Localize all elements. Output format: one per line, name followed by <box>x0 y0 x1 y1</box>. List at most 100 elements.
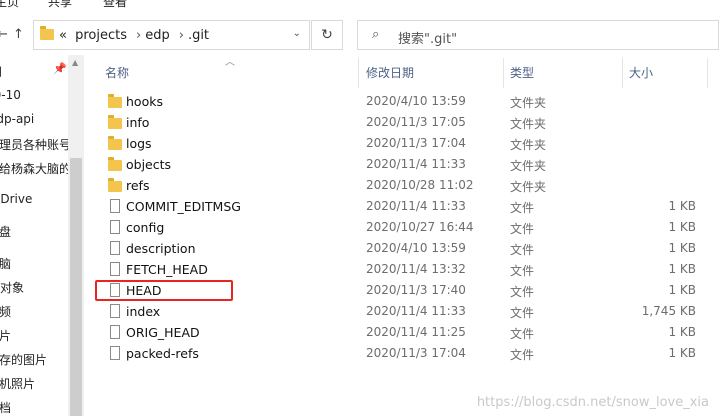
nav-item-netdisk[interactable]: 网盘 <box>0 223 11 240</box>
navigation-pane: 访问 20-10 edp-api 管理员各种账号信 发给杨森大脑的 eDrive… <box>0 55 68 416</box>
file-row[interactable]: refs 2020/10/28 11:02 文件夹 <box>100 175 719 196</box>
file-modified-date: 2020/10/27 16:44 <box>366 220 474 234</box>
scroll-up-icon[interactable]: ▲ <box>72 58 78 67</box>
file-type: 文件 <box>510 306 535 320</box>
nav-item-pictures[interactable]: 图片 <box>0 327 11 344</box>
search-input[interactable]: 搜索".git" <box>398 28 457 47</box>
nav-item-videos[interactable]: 视频 <box>0 303 11 320</box>
breadcrumb-projects[interactable]: projects <box>75 28 127 43</box>
file-size: 1 KB <box>668 199 696 213</box>
file-type: 文件 <box>510 222 535 236</box>
file-type: 文件 <box>510 327 535 341</box>
refresh-button[interactable]: ↻ <box>311 20 343 50</box>
file-size: 1 KB <box>668 262 696 276</box>
nav-scrollbar[interactable]: ▲ <box>68 55 84 416</box>
file-type: 文件 <box>510 348 535 362</box>
file-modified-date: 2020/11/4 11:33 <box>366 304 466 318</box>
nav-item-accounts[interactable]: 管理员各种账号信 <box>0 136 68 153</box>
folder-icon <box>108 178 122 192</box>
sort-ascending-icon: ︿ <box>225 57 235 68</box>
file-size: 1,745 KB <box>641 304 696 318</box>
file-row[interactable]: description 2020/4/10 13:59 文件 1 KB <box>100 238 719 259</box>
file-modified-date: 2020/10/28 11:02 <box>366 178 474 192</box>
breadcrumb-separator-icon[interactable]: › <box>136 28 141 43</box>
column-header-name[interactable]: 名称 <box>105 64 129 81</box>
column-divider[interactable] <box>503 58 504 88</box>
column-header-type[interactable]: 类型 <box>510 64 534 81</box>
column-divider[interactable] <box>358 58 359 88</box>
file-type: 文件夹 <box>510 138 547 152</box>
file-type: 文件 <box>510 201 535 215</box>
pin-icon[interactable]: 📌 <box>53 62 67 75</box>
search-box[interactable]: ⌕ 搜索".git" <box>357 20 719 50</box>
column-header-size[interactable]: 大小 <box>629 64 653 81</box>
file-type: 文件夹 <box>510 180 547 194</box>
file-icon <box>110 346 120 360</box>
breadcrumb: « projects › edp › .git <box>59 28 213 43</box>
breadcrumb-separator-icon[interactable]: › <box>179 28 184 43</box>
ribbon-tab-home[interactable]: 主页 <box>0 0 19 10</box>
nav-item-20-10[interactable]: 20-10 <box>0 88 21 102</box>
file-name: packed-refs <box>126 346 199 361</box>
ribbon-tab-view[interactable]: 查看 <box>103 0 127 10</box>
nav-item-notes[interactable]: 发给杨森大脑的 <box>0 160 68 177</box>
breadcrumb-git[interactable]: .git <box>188 28 209 43</box>
chevron-down-icon[interactable]: ⌄ <box>293 28 301 39</box>
file-name: info <box>126 115 150 130</box>
column-divider[interactable] <box>622 58 623 88</box>
column-header-modified[interactable]: 修改日期 <box>366 64 414 81</box>
file-row[interactable]: info 2020/11/3 17:05 文件夹 <box>100 112 719 133</box>
file-modified-date: 2020/4/10 13:59 <box>366 94 466 108</box>
file-type: 文件夹 <box>510 159 547 173</box>
file-name: logs <box>126 136 152 151</box>
scrollbar-thumb[interactable] <box>70 158 82 416</box>
ribbon-tab-share[interactable]: 共享 <box>48 0 72 10</box>
file-row[interactable]: packed-refs 2020/11/3 17:04 文件 1 KB <box>100 343 719 364</box>
file-name: objects <box>126 157 172 172</box>
column-divider[interactable] <box>707 58 708 88</box>
breadcrumb-edp[interactable]: edp <box>145 28 170 43</box>
nav-item-quick-access[interactable]: 访问 <box>0 63 2 80</box>
nav-item-3d-objects[interactable]: D 对象 <box>0 279 24 296</box>
nav-item-onedrive[interactable]: eDrive <box>0 192 32 206</box>
file-row[interactable]: index 2020/11/4 11:33 文件 1,745 KB <box>100 301 719 322</box>
file-row[interactable]: config 2020/10/27 16:44 文件 1 KB <box>100 217 719 238</box>
file-size: 1 KB <box>668 241 696 255</box>
file-modified-date: 2020/11/4 11:33 <box>366 199 466 213</box>
file-modified-date: 2020/11/3 17:04 <box>366 136 466 150</box>
file-name: FETCH_HEAD <box>126 262 208 277</box>
file-row[interactable]: logs 2020/11/3 17:04 文件夹 <box>100 133 719 154</box>
up-arrow-icon[interactable]: ↑ <box>13 27 24 42</box>
file-size: 1 KB <box>668 325 696 339</box>
file-icon <box>110 325 120 339</box>
file-icon <box>110 199 120 213</box>
file-type: 文件 <box>510 285 535 299</box>
nav-item-edp-api[interactable]: edp-api <box>0 112 34 126</box>
file-type: 文件 <box>510 264 535 278</box>
watermark: https://blog.csdn.net/snow_love_xia <box>476 395 709 410</box>
file-size: 1 KB <box>668 346 696 360</box>
folder-icon <box>40 26 54 40</box>
search-icon: ⌕ <box>372 27 380 42</box>
file-row[interactable]: hooks 2020/4/10 13:59 文件夹 <box>100 91 719 112</box>
nav-item-documents[interactable]: 文档 <box>0 399 11 416</box>
nav-item-camera-roll[interactable]: 本机照片 <box>0 375 35 392</box>
file-row[interactable]: ORIG_HEAD 2020/11/4 11:25 文件 1 KB <box>100 322 719 343</box>
file-row[interactable]: COMMIT_EDITMSG 2020/11/4 11:33 文件 1 KB <box>100 196 719 217</box>
file-icon <box>110 220 120 234</box>
back-arrow-icon[interactable]: ← <box>0 27 8 42</box>
file-name: hooks <box>126 94 163 109</box>
selection-highlight-box <box>95 280 233 301</box>
file-row[interactable]: FETCH_HEAD 2020/11/4 13:32 文件 1 KB <box>100 259 719 280</box>
file-type: 文件夹 <box>510 96 547 110</box>
address-bar[interactable]: « projects › edp › .git ⌄ <box>33 20 310 50</box>
file-modified-date: 2020/11/4 11:33 <box>366 157 466 171</box>
file-name: index <box>126 304 161 319</box>
nav-item-this-pc[interactable]: 电脑 <box>0 255 11 272</box>
file-name: config <box>126 220 165 235</box>
file-size: 1 KB <box>668 283 696 297</box>
file-row[interactable]: objects 2020/11/4 11:33 文件夹 <box>100 154 719 175</box>
breadcrumb-overflow[interactable]: « <box>59 28 67 43</box>
refresh-icon: ↻ <box>321 27 333 43</box>
nav-item-saved-pictures[interactable]: 保存的图片 <box>0 351 47 368</box>
